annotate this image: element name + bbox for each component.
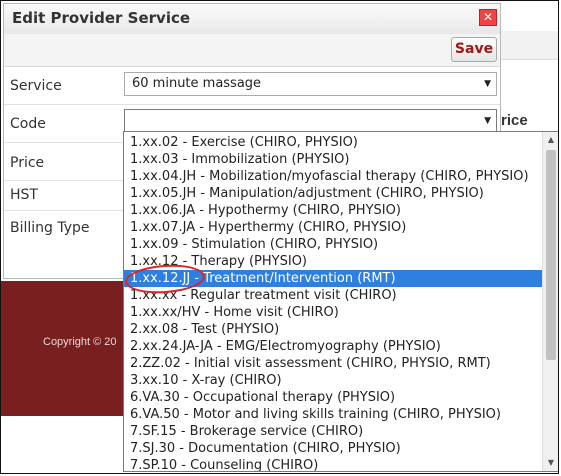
billing-type-label: Billing Type bbox=[10, 220, 90, 236]
dialog-title: Edit Provider Service bbox=[12, 9, 191, 27]
scroll-down-arrow-icon[interactable]: ▼ bbox=[543, 455, 558, 471]
dropdown-option[interactable]: 2.xx.08 - Test (PHYSIO) bbox=[124, 321, 542, 338]
dropdown-option[interactable]: 2.xx.24.JA-JA - EMG/Electromyography (PH… bbox=[124, 338, 542, 355]
background-footer-copyright: Copyright © 20 bbox=[43, 336, 117, 348]
dropdown-option[interactable]: 1.xx.02 - Exercise (CHIRO, PHYSIO) bbox=[124, 134, 542, 151]
scroll-up-arrow-icon[interactable]: ▲ bbox=[543, 132, 558, 148]
screenshot-frame: rice Copyright © 20 Edit Provider Servic… bbox=[0, 0, 559, 474]
dropdown-option[interactable]: 1.xx.xx - Regular treatment visit (CHIRO… bbox=[124, 287, 542, 304]
dropdown-option[interactable]: 3.xx.10 - X-ray (CHIRO) bbox=[124, 372, 542, 389]
background-price-header: rice bbox=[501, 112, 528, 129]
hst-label: HST bbox=[10, 187, 38, 203]
dropdown-option[interactable]: 7.SF.15 - Brokerage service (CHIRO) bbox=[124, 423, 542, 440]
dropdown-option[interactable]: 7.SP.10 - Counseling (CHIRO) bbox=[124, 457, 542, 471]
dropdown-option[interactable]: 1.xx.07.JA - Hyperthermy (CHIRO, PHYSIO) bbox=[124, 219, 542, 236]
background-footer-left bbox=[1, 281, 123, 416]
close-icon: ✕ bbox=[482, 10, 494, 24]
price-label: Price bbox=[10, 155, 45, 171]
service-select-value: 60 minute massage bbox=[132, 76, 262, 91]
dropdown-option[interactable]: 6.VA.30 - Occupational therapy (PHYSIO) bbox=[124, 389, 542, 406]
dropdown-option[interactable]: 7.SJ.30 - Documentation (CHIRO, PHYSIO) bbox=[124, 440, 542, 457]
dialog-toolbar: Save bbox=[4, 34, 500, 67]
chevron-down-icon: ▼ bbox=[484, 79, 491, 89]
service-row: Service 60 minute massage ▼ bbox=[4, 67, 500, 105]
service-label: Service bbox=[10, 78, 62, 94]
dropdown-option[interactable]: 1.xx.03 - Immobilization (PHYSIO) bbox=[124, 151, 542, 168]
background-toolbar bbox=[501, 31, 558, 60]
dropdown-option[interactable]: 2.ZZ.02 - Initial visit assessment (CHIR… bbox=[124, 355, 542, 372]
close-button[interactable]: ✕ bbox=[479, 9, 497, 26]
dropdown-option[interactable]: 1.xx.09 - Stimulation (CHIRO, PHYSIO) bbox=[124, 236, 542, 253]
dropdown-option[interactable]: 1.xx.04.JH - Mobilization/myofascial the… bbox=[124, 168, 542, 185]
service-select[interactable]: 60 minute massage ▼ bbox=[124, 72, 497, 96]
dropdown-option[interactable]: 6.VA.50 - Motor and living skills traini… bbox=[124, 406, 542, 423]
dropdown-option[interactable]: 1.xx.xx/HV - Home visit (CHIRO) bbox=[124, 304, 542, 321]
code-label: Code bbox=[10, 116, 46, 132]
dropdown-scrollbar[interactable]: ▲ ▼ bbox=[542, 132, 558, 471]
chevron-down-icon: ▼ bbox=[484, 116, 491, 126]
scroll-thumb[interactable] bbox=[546, 150, 556, 360]
dialog-title-bar[interactable]: Edit Provider Service ✕ bbox=[4, 4, 500, 35]
dropdown-option[interactable]: 1.xx.06.JA - Hypothermy (CHIRO, PHYSIO) bbox=[124, 202, 542, 219]
save-button[interactable]: Save bbox=[451, 37, 497, 62]
code-select[interactable]: ▼ bbox=[124, 109, 497, 133]
dropdown-option[interactable]: 1.xx.05.JH - Manipulation/adjustment (CH… bbox=[124, 185, 542, 202]
code-dropdown-list[interactable]: 1.xx.02 - Exercise (CHIRO, PHYSIO) 1.xx.0… bbox=[123, 131, 558, 472]
